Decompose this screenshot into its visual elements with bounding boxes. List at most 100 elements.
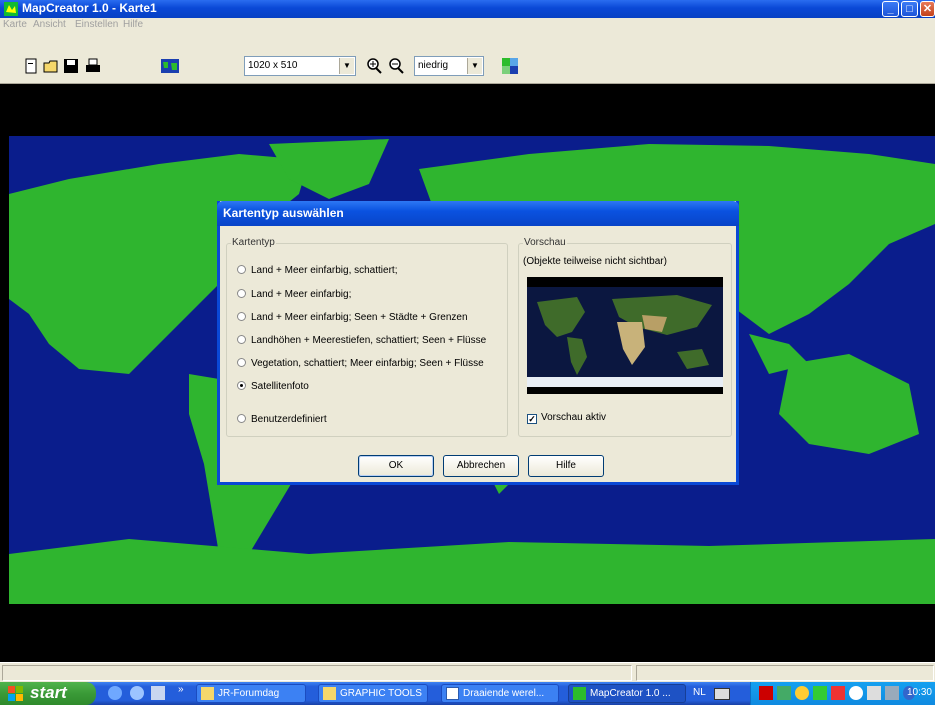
taskbar: start » JR-Forumdag GRAPHIC TOOLS Draaie… bbox=[0, 682, 935, 705]
map-type-group-label: Kartentyp bbox=[231, 237, 276, 248]
map-type-button[interactable] bbox=[160, 56, 180, 76]
mapcreator-app-icon bbox=[573, 687, 586, 700]
export-button[interactable] bbox=[500, 56, 520, 76]
document-icon bbox=[446, 687, 459, 700]
maximize-button[interactable]: □ bbox=[901, 1, 918, 17]
new-file-icon bbox=[25, 58, 37, 74]
radio-label: Benutzerdefiniert bbox=[251, 414, 327, 425]
title-bar: MapCreator 1.0 - Karte1 _ □ ✕ bbox=[0, 0, 935, 18]
preview-group: Vorschau (Objekte teilweise nicht sichtb… bbox=[518, 237, 732, 437]
open-button[interactable] bbox=[41, 56, 61, 76]
tray-clock-icon[interactable] bbox=[849, 686, 863, 700]
menu-einstellen[interactable]: Einstellen bbox=[75, 19, 118, 30]
checkbox-checked-icon: ✓ bbox=[527, 414, 537, 424]
folder-icon bbox=[201, 687, 214, 700]
radio-option-1[interactable]: Land + Meer einfarbig; bbox=[237, 289, 351, 300]
open-folder-icon bbox=[43, 60, 58, 73]
task-mapcreator[interactable]: MapCreator 1.0 ... bbox=[568, 684, 686, 703]
dialog-title-bar: Kartentyp auswählen bbox=[217, 201, 739, 226]
radio-option-3[interactable]: Landhöhen + Meerestiefen, schattiert; Se… bbox=[237, 335, 486, 346]
printer-icon bbox=[86, 58, 100, 72]
tray-tools-icon[interactable] bbox=[867, 686, 881, 700]
folder-icon bbox=[323, 687, 336, 700]
keyboard-icon[interactable] bbox=[714, 688, 730, 700]
preview-note: (Objekte teilweise nicht sichtbar) bbox=[523, 256, 667, 267]
radio-icon bbox=[237, 358, 246, 367]
save-disk-icon bbox=[64, 59, 78, 73]
tray-hardware-icon[interactable] bbox=[885, 686, 899, 700]
tray-network-icon[interactable] bbox=[777, 686, 791, 700]
task-label: Draaiende werel... bbox=[463, 688, 545, 699]
radio-icon bbox=[237, 265, 246, 274]
task-label: JR-Forumdag bbox=[218, 688, 280, 699]
radio-icon bbox=[237, 335, 246, 344]
status-panel-main bbox=[2, 665, 632, 681]
cancel-button[interactable]: Abbrechen bbox=[443, 455, 519, 477]
zoom-in-button[interactable] bbox=[364, 56, 384, 76]
save-button[interactable] bbox=[61, 56, 81, 76]
radio-label: Land + Meer einfarbig; bbox=[251, 289, 352, 300]
menu-karte[interactable]: Karte bbox=[3, 19, 27, 30]
map-type-dialog: Kartentyp auswählen Kartentyp Land + Mee… bbox=[217, 201, 739, 485]
radio-option-6[interactable]: Benutzerdefiniert bbox=[237, 414, 327, 425]
radio-option-2[interactable]: Land + Meer einfarbig; Seen + Städte + G… bbox=[237, 312, 468, 323]
radio-label: Landhöhen + Meerestiefen, schattiert; Se… bbox=[251, 335, 487, 346]
radio-label: Vegetation, schattiert; Meer einfarbig; … bbox=[251, 358, 484, 369]
help-button[interactable]: Hilfe bbox=[528, 455, 604, 477]
checkbox-label: Vorschau aktiv bbox=[541, 412, 607, 423]
clock: 10:30 bbox=[906, 687, 932, 698]
radio-option-4[interactable]: Vegetation, schattiert; Meer einfarbig; … bbox=[237, 358, 484, 369]
tray-security-icon[interactable] bbox=[831, 686, 845, 700]
radio-icon bbox=[237, 289, 246, 298]
quality-select[interactable]: niedrig ▼ bbox=[414, 56, 484, 76]
tray-app-icon[interactable] bbox=[813, 686, 827, 700]
browser-quicklaunch-icon[interactable] bbox=[108, 686, 122, 700]
dialog-title: Kartentyp auswählen bbox=[223, 206, 344, 220]
task-graphic-tools[interactable]: GRAPHIC TOOLS bbox=[318, 684, 428, 703]
export-map-icon bbox=[502, 58, 518, 74]
tray-smiley-icon[interactable] bbox=[795, 686, 809, 700]
system-tray: 10:30 bbox=[750, 682, 935, 705]
radio-selected-icon bbox=[237, 381, 246, 390]
radio-label: Land + Meer einfarbig, schattiert; bbox=[251, 265, 398, 276]
world-map-icon bbox=[161, 59, 179, 73]
preview-active-checkbox[interactable]: ✓ Vorschau aktiv bbox=[527, 412, 606, 424]
radio-option-0[interactable]: Land + Meer einfarbig, schattiert; bbox=[237, 265, 397, 276]
chevron-down-icon[interactable]: ▼ bbox=[339, 58, 354, 74]
ok-button[interactable]: OK bbox=[358, 455, 434, 477]
ie-quicklaunch-icon[interactable] bbox=[130, 686, 144, 700]
radio-option-5[interactable]: Satellitenfoto bbox=[237, 381, 309, 392]
menu-bar: Karte Ansicht Einstellen Hilfe bbox=[0, 18, 935, 32]
map-size-select[interactable]: 1020 x 510 ▼ bbox=[244, 56, 356, 76]
start-button[interactable]: start bbox=[0, 682, 96, 705]
task-jr-forumdag[interactable]: JR-Forumdag bbox=[196, 684, 306, 703]
status-bar bbox=[0, 662, 935, 682]
print-button[interactable] bbox=[83, 56, 103, 76]
map-type-group: Kartentyp Land + Meer einfarbig, schatti… bbox=[226, 237, 508, 437]
start-label: start bbox=[30, 683, 67, 702]
menu-ansicht[interactable]: Ansicht bbox=[33, 19, 66, 30]
task-label: MapCreator 1.0 ... bbox=[590, 688, 671, 699]
menu-hilfe[interactable]: Hilfe bbox=[123, 19, 143, 30]
map-size-value: 1020 x 510 bbox=[248, 60, 298, 71]
zoom-in-icon bbox=[367, 58, 382, 74]
preview-group-label: Vorschau bbox=[523, 237, 567, 248]
language-indicator[interactable]: NL bbox=[693, 687, 706, 698]
quality-value: niedrig bbox=[418, 60, 449, 71]
status-panel-secondary bbox=[636, 665, 934, 681]
chevron-down-icon[interactable]: ▼ bbox=[467, 58, 482, 74]
minimize-button[interactable]: _ bbox=[882, 1, 899, 17]
satellite-preview bbox=[527, 287, 723, 387]
new-map-button[interactable] bbox=[21, 56, 41, 76]
quicklaunch-overflow-icon[interactable]: » bbox=[178, 684, 184, 695]
windows-flag-icon bbox=[8, 686, 23, 701]
task-draaiende-wereld[interactable]: Draaiende werel... bbox=[441, 684, 559, 703]
radio-label: Satellitenfoto bbox=[251, 381, 309, 392]
tray-flag-icon[interactable] bbox=[759, 686, 773, 700]
preview-image bbox=[527, 277, 723, 394]
zoom-out-button[interactable] bbox=[386, 56, 406, 76]
messenger-quicklaunch-icon[interactable] bbox=[151, 686, 165, 700]
close-button[interactable]: ✕ bbox=[920, 1, 935, 17]
mapcreator-app-icon bbox=[4, 2, 18, 16]
radio-icon bbox=[237, 312, 246, 321]
